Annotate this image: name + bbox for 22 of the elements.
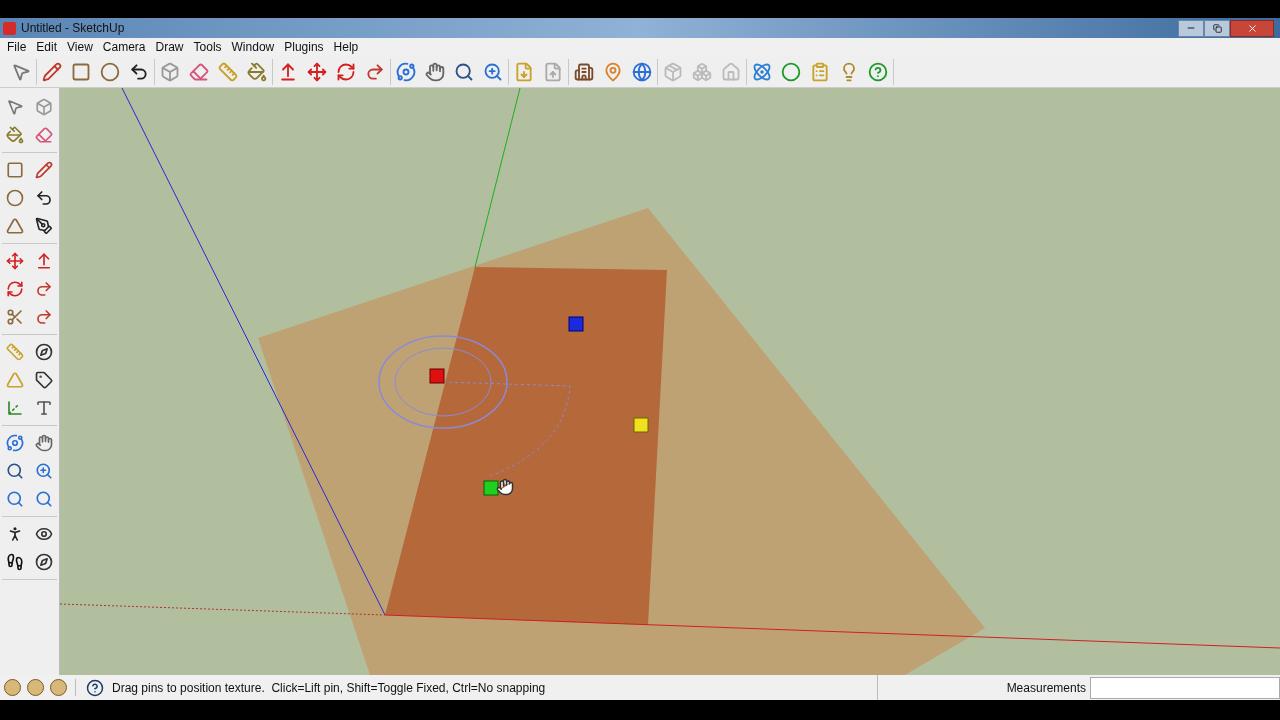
menu-item[interactable]: Window bbox=[226, 38, 280, 56]
menu-item[interactable]: Draw bbox=[150, 38, 189, 56]
measurements-field[interactable] bbox=[1090, 676, 1280, 699]
menu-item[interactable]: Help bbox=[328, 38, 364, 56]
close-icon bbox=[1246, 22, 1258, 34]
menu-item[interactable]: Tools bbox=[188, 38, 227, 56]
distort-pin-icon[interactable] bbox=[633, 417, 649, 433]
menu-item[interactable]: View bbox=[62, 38, 98, 56]
menu-item[interactable]: Plugins bbox=[279, 38, 329, 56]
minimize-button[interactable] bbox=[1178, 19, 1204, 37]
menu-item[interactable]: Edit bbox=[31, 38, 63, 56]
window-title: Untitled - SketchUp bbox=[21, 20, 125, 37]
measurements-label: Measurements bbox=[1006, 679, 1087, 697]
status-text: Drag pins to position texture. Click=Lift pin, Shift=Toggle Fixed, Ctrl=No snapping bbox=[112, 679, 546, 697]
help-icon[interactable] bbox=[86, 678, 104, 697]
app-logo-icon bbox=[3, 21, 16, 35]
menu-item[interactable]: File bbox=[2, 38, 32, 56]
maximize-button[interactable] bbox=[1204, 19, 1230, 37]
hand-cursor-icon bbox=[496, 478, 514, 496]
menu-item[interactable]: Camera bbox=[97, 38, 151, 56]
restore-icon bbox=[1212, 23, 1222, 33]
shear-pin-icon[interactable] bbox=[483, 480, 499, 496]
